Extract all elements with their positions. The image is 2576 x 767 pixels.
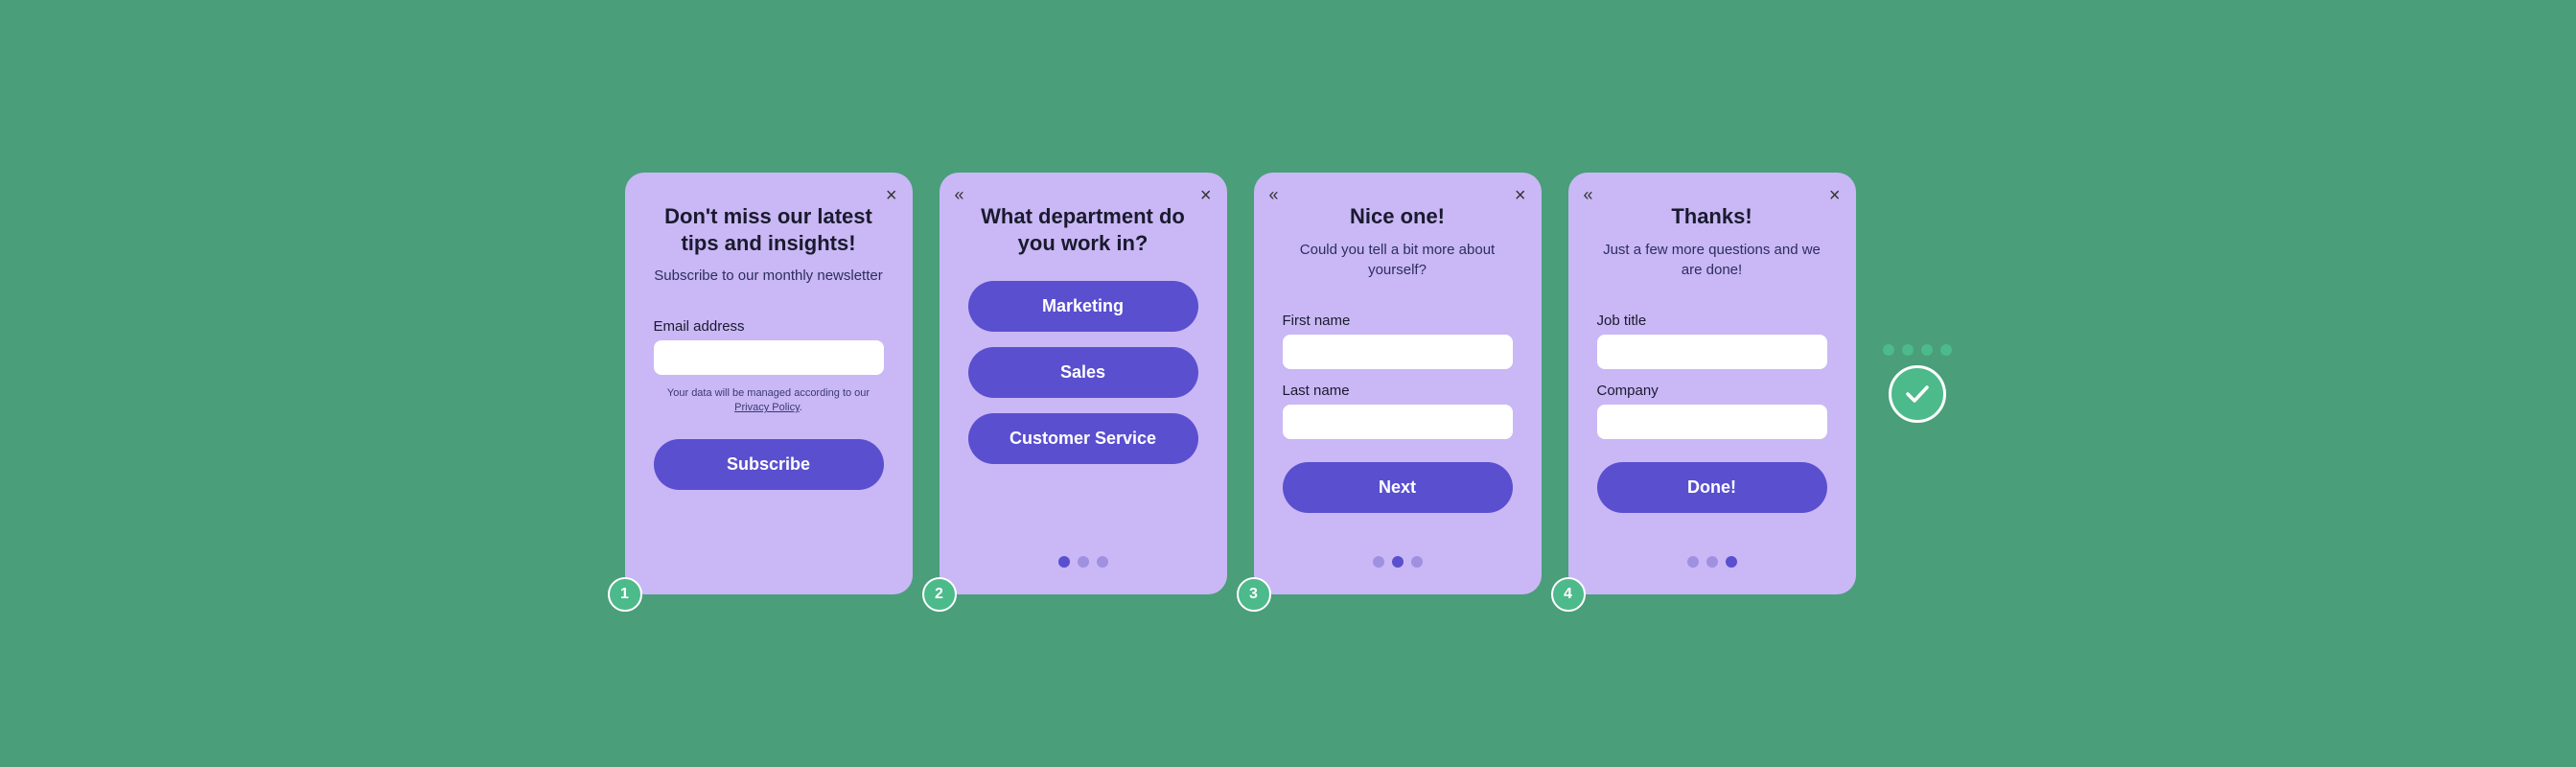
final-dot-4 xyxy=(1940,344,1952,356)
card-1-title: Don't miss our latest tips and insights! xyxy=(654,203,884,256)
completion-area xyxy=(1883,344,1952,423)
email-input[interactable] xyxy=(654,340,884,375)
marketing-button[interactable]: Marketing xyxy=(968,281,1198,332)
privacy-policy-link[interactable]: Privacy Policy xyxy=(734,402,800,413)
step-2-wrapper: « × What department do you work in? Mark… xyxy=(940,173,1227,594)
card-2: « × What department do you work in? Mark… xyxy=(940,173,1227,594)
final-dots xyxy=(1883,344,1952,356)
dot-4-2 xyxy=(1706,556,1718,568)
step-number-1: 1 xyxy=(608,577,642,612)
privacy-note: Your data will be managed according to o… xyxy=(654,386,884,416)
final-dot-1 xyxy=(1883,344,1894,356)
email-label: Email address xyxy=(654,318,884,335)
customer-service-button[interactable]: Customer Service xyxy=(968,413,1198,464)
step-3-wrapper: « × Nice one! Could you tell a bit more … xyxy=(1254,173,1542,594)
dot-3-3 xyxy=(1411,556,1423,568)
card-1: × Don't miss our latest tips and insight… xyxy=(625,173,913,594)
card-4: « × Thanks! Just a few more questions an… xyxy=(1568,173,1856,594)
card-1-subtitle: Subscribe to our monthly newsletter xyxy=(654,266,884,286)
company-label: Company xyxy=(1597,383,1827,399)
card-3: « × Nice one! Could you tell a bit more … xyxy=(1254,173,1542,594)
close-button-4[interactable]: × xyxy=(1829,186,1841,205)
lastname-label: Last name xyxy=(1283,383,1513,399)
card-3-subtitle: Could you tell a bit more about yourself… xyxy=(1283,240,1513,280)
step-number-3: 3 xyxy=(1237,577,1271,612)
step-3-dots xyxy=(1283,537,1513,568)
close-button-1[interactable]: × xyxy=(886,186,897,205)
step-4-dots xyxy=(1597,537,1827,568)
final-dot-2 xyxy=(1902,344,1914,356)
jobtitle-input[interactable] xyxy=(1597,335,1827,369)
close-button-3[interactable]: × xyxy=(1515,186,1526,205)
card-4-title: Thanks! xyxy=(1597,203,1827,230)
close-button-2[interactable]: × xyxy=(1200,186,1212,205)
card-2-title: What department do you work in? xyxy=(968,203,1198,256)
back-button-4[interactable]: « xyxy=(1584,186,1593,203)
dot-2-1 xyxy=(1058,556,1070,568)
completion-checkmark xyxy=(1889,365,1946,423)
step-2-dots xyxy=(968,537,1198,568)
final-dot-3 xyxy=(1921,344,1933,356)
dot-4-3 xyxy=(1726,556,1737,568)
sales-button[interactable]: Sales xyxy=(968,347,1198,398)
lastname-input[interactable] xyxy=(1283,405,1513,439)
back-button-3[interactable]: « xyxy=(1269,186,1279,203)
step-4-wrapper: « × Thanks! Just a few more questions an… xyxy=(1568,173,1856,594)
next-button-3[interactable]: Next xyxy=(1283,462,1513,513)
done-button[interactable]: Done! xyxy=(1597,462,1827,513)
firstname-input[interactable] xyxy=(1283,335,1513,369)
dot-2-3 xyxy=(1097,556,1108,568)
company-input[interactable] xyxy=(1597,405,1827,439)
card-4-subtitle: Just a few more questions and we are don… xyxy=(1597,240,1827,280)
card-3-title: Nice one! xyxy=(1283,203,1513,230)
firstname-label: First name xyxy=(1283,313,1513,329)
step-number-4: 4 xyxy=(1551,577,1586,612)
subscribe-button[interactable]: Subscribe xyxy=(654,439,884,490)
dot-2-2 xyxy=(1078,556,1089,568)
step-number-2: 2 xyxy=(922,577,957,612)
dot-3-2 xyxy=(1392,556,1404,568)
back-button-2[interactable]: « xyxy=(955,186,964,203)
step-1-wrapper: × Don't miss our latest tips and insight… xyxy=(625,173,913,594)
jobtitle-label: Job title xyxy=(1597,313,1827,329)
dot-4-1 xyxy=(1687,556,1699,568)
dot-3-1 xyxy=(1373,556,1384,568)
